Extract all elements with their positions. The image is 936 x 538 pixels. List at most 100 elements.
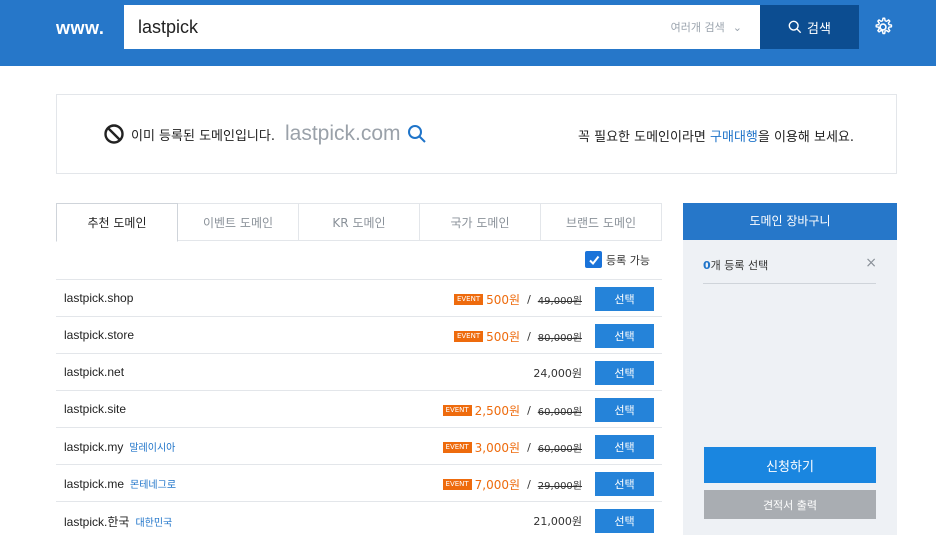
logo[interactable]: www. xyxy=(56,18,104,39)
sale-price: 3,000원 xyxy=(474,441,521,455)
original-price: 80,000원 xyxy=(537,333,582,344)
search-box: 여러개 검색 ⌄ xyxy=(124,5,760,49)
domain-name: lastpick.shop xyxy=(64,291,133,305)
domain-name: lastpick.my 말레이시아 xyxy=(64,439,175,454)
select-button[interactable]: 선택 xyxy=(595,509,654,533)
price-separator: / xyxy=(527,441,531,454)
domain-row: lastpick.store EVENT 500원 / 80,000원 선택 xyxy=(56,316,662,353)
domain-price: EVENT 3,000원 / 60,000원 xyxy=(442,439,582,456)
domain-price: EVENT 500원 / 80,000원 xyxy=(453,328,582,345)
event-badge: EVENT xyxy=(442,442,472,453)
domain-price: 24,000원 xyxy=(533,365,582,381)
original-price: 49,000원 xyxy=(537,296,582,307)
price-separator: / xyxy=(527,330,531,343)
domain-name-text: lastpick.한국 xyxy=(64,515,130,529)
sale-price: 500원 xyxy=(486,330,521,344)
domain-name: lastpick.한국 대한민국 xyxy=(64,513,172,530)
top-header: www. 여러개 검색 ⌄ 검색 xyxy=(0,0,936,66)
original-price: 29,000원 xyxy=(537,481,582,492)
select-button[interactable]: 선택 xyxy=(595,472,654,496)
tab-event[interactable]: 이벤트 도메인 xyxy=(178,203,299,240)
sale-price: 2,500원 xyxy=(474,404,521,418)
domain-name: lastpick.store xyxy=(64,328,134,342)
tab-brand[interactable]: 브랜드 도메인 xyxy=(541,203,662,240)
search-input[interactable] xyxy=(138,15,638,39)
event-badge: EVENT xyxy=(453,331,484,342)
search-icon xyxy=(788,20,802,34)
event-badge: EVENT xyxy=(442,405,472,416)
domain-name-text: lastpick.me xyxy=(64,477,125,491)
domain-row: lastpick.me 몬테네그로 EVENT 7,000원 / 29,000원 선택 xyxy=(56,464,662,501)
sale-price: 7,000원 xyxy=(474,478,521,492)
domain-row: lastpick.shop EVENT 500원 / 49,000원 선택 xyxy=(56,279,662,316)
domain-price: 21,000원 xyxy=(533,513,582,529)
check-icon xyxy=(588,255,599,265)
cart-count-label: 개 등록 선택 xyxy=(710,259,769,272)
apply-button[interactable]: 신청하기 xyxy=(704,447,876,483)
proxy-prefix: 꼭 필요한 도메인이라면 xyxy=(578,130,711,145)
price-separator: / xyxy=(527,478,531,491)
event-badge: EVENT xyxy=(453,294,484,305)
registered-domain: lastpick.com xyxy=(284,122,401,145)
cart-title: 도메인 장바구니 xyxy=(683,203,897,240)
price-separator: / xyxy=(527,293,531,306)
cart-count-number: 0 xyxy=(703,259,711,272)
registered-notice: 이미 등록된 도메인입니다. lastpick.com 꼭 필요한 도메인이라면… xyxy=(56,94,897,174)
multi-search-label: 여러개 검색 xyxy=(670,21,725,34)
notice-left: 이미 등록된 도메인입니다. lastpick.com xyxy=(103,122,427,146)
domain-row: lastpick.site EVENT 2,500원 / 60,000원 선택 xyxy=(56,390,662,427)
proxy-suffix: 을 이용해 보세요. xyxy=(757,130,854,145)
regular-price: 21,000원 xyxy=(533,515,582,528)
prohibited-icon xyxy=(104,124,124,144)
original-price: 60,000원 xyxy=(537,407,582,418)
select-button[interactable]: 선택 xyxy=(595,287,654,311)
domain-cart: 도메인 장바구니 0개 등록 선택 × 신청하기 견적서 출력 xyxy=(683,203,897,535)
domain-tabs: 추천 도메인 이벤트 도메인 KR 도메인 국가 도메인 브랜드 도메인 xyxy=(56,203,662,242)
tab-recommended[interactable]: 추천 도메인 xyxy=(56,203,178,242)
domain-name: lastpick.site xyxy=(64,402,126,416)
domain-name-text: lastpick.shop xyxy=(64,291,134,305)
available-checkbox[interactable] xyxy=(585,251,602,268)
print-quote-button[interactable]: 견적서 출력 xyxy=(704,490,876,519)
domain-country: 대한민국 xyxy=(135,518,173,529)
regular-price: 24,000원 xyxy=(533,367,582,380)
multi-search-dropdown[interactable]: 여러개 검색 ⌄ xyxy=(671,19,742,35)
domain-name-text: lastpick.net xyxy=(64,365,125,379)
notice-message: 이미 등록된 도메인입니다. xyxy=(131,128,275,144)
divider xyxy=(703,283,876,284)
tab-kr[interactable]: KR 도메인 xyxy=(299,203,420,240)
domain-name-text: lastpick.my xyxy=(64,440,124,454)
domain-country: 말레이시아 xyxy=(129,443,176,454)
price-separator: / xyxy=(527,404,531,417)
domain-name: lastpick.net xyxy=(64,365,124,379)
original-price: 60,000원 xyxy=(537,444,582,455)
cart-count: 0개 등록 선택 xyxy=(703,257,768,273)
notice-proxy-text: 꼭 필요한 도메인이라면 구매대행을 이용해 보세요. xyxy=(578,126,854,145)
search-button-label: 검색 xyxy=(807,21,831,37)
search-button[interactable]: 검색 xyxy=(760,5,859,49)
close-icon[interactable]: × xyxy=(865,255,877,271)
select-button[interactable]: 선택 xyxy=(595,324,654,348)
domain-name: lastpick.me 몬테네그로 xyxy=(64,476,176,491)
domain-list: lastpick.shop EVENT 500원/49,000원 선택 lastpick… xyxy=(56,279,662,538)
domain-price: EVENT 2,500원 / 60,000원 xyxy=(442,402,582,419)
sale-price: 500원 xyxy=(486,293,521,307)
domain-row: lastpick.net 24,000원 선택 xyxy=(56,353,662,390)
select-button[interactable]: 선택 xyxy=(595,435,654,459)
tab-country[interactable]: 국가 도메인 xyxy=(420,203,541,240)
select-button[interactable]: 선택 xyxy=(595,398,654,422)
available-filter[interactable]: 등록 가능 xyxy=(585,251,650,268)
chevron-down-icon: ⌄ xyxy=(732,21,742,34)
domain-row: lastpick.my 말레이시아 EVENT 3,000원 / 60,000원 선택 xyxy=(56,427,662,464)
domain-price: EVENT 7,000원 / 29,000원 xyxy=(442,476,582,493)
event-badge: EVENT xyxy=(442,479,472,490)
domain-name-text: lastpick.site xyxy=(64,402,127,416)
available-filter-label: 등록 가능 xyxy=(606,253,650,267)
select-button[interactable]: 선택 xyxy=(595,361,654,385)
proxy-purchase-link[interactable]: 구매대행 xyxy=(710,130,758,145)
gear-icon[interactable] xyxy=(872,16,894,38)
domain-country: 몬테네그로 xyxy=(130,480,177,491)
domain-price: EVENT 500원 / 49,000원 xyxy=(453,291,582,308)
domain-name-text: lastpick.store xyxy=(64,328,135,342)
search-icon[interactable] xyxy=(407,124,427,144)
